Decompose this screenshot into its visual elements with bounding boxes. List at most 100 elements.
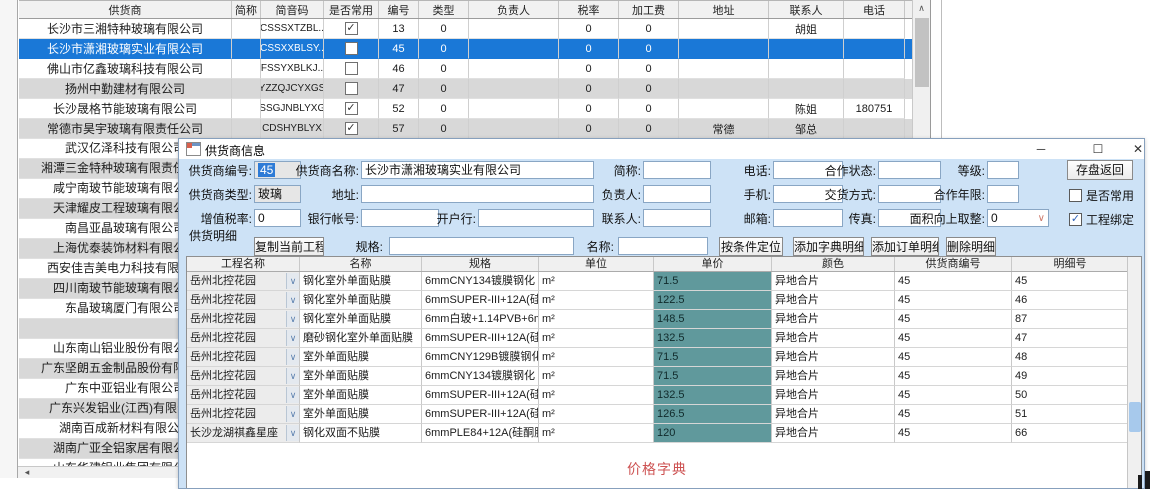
project-bind-checkbox-control[interactable]: 工程绑定 — [1069, 211, 1134, 228]
project-combo-cell[interactable]: 岳州北控花园∨ — [187, 405, 300, 424]
checkbox-icon[interactable] — [345, 62, 358, 75]
spec-cell: 6mmPLE84+12A(硅酮胶... — [422, 424, 539, 443]
vertical-scrollbar-thumb[interactable] — [915, 18, 929, 87]
detail-row[interactable]: 岳州北控花园∨ 磨砂钢化室外单面贴膜 6mmSUPER-III+12A(硅...… — [187, 329, 1129, 348]
column-header-common[interactable]: 是否常用 — [324, 1, 379, 18]
checkbox-icon[interactable] — [345, 82, 358, 95]
save-return-button[interactable]: 存盘返回 — [1067, 160, 1133, 180]
column-header-unit[interactable]: 单位 — [539, 257, 654, 271]
chevron-down-icon[interactable]: ∨ — [286, 273, 299, 289]
column-header-price[interactable]: 单价 — [654, 257, 772, 271]
detail-id-cell: 87 — [1012, 310, 1129, 329]
copy-current-project-button[interactable]: 复制当前工程 — [254, 237, 324, 256]
detail-vertical-scrollbar[interactable] — [1127, 257, 1141, 489]
checkbox-icon[interactable] — [345, 122, 358, 135]
column-header-tax[interactable]: 税率 — [559, 1, 619, 18]
column-header-id[interactable]: 编号 — [379, 1, 419, 18]
project-combo-cell[interactable]: 岳州北控花园∨ — [187, 329, 300, 348]
project-combo-cell[interactable]: 岳州北控花园∨ — [187, 348, 300, 367]
column-header-fee[interactable]: 加工费 — [619, 1, 679, 18]
table-row[interactable]: 长沙市三湘特种玻璃有限公司 CSSSXTZBL.. 13 0 0 0 胡姐 — [19, 19, 912, 39]
coop-years-field[interactable] — [987, 185, 1019, 203]
unit-cell: m² — [539, 386, 654, 405]
column-header-spec[interactable]: 规格 — [422, 257, 539, 271]
detail-row[interactable]: 岳州北控花园∨ 钢化室外单面贴膜 6mmSUPER-III+12A(硅... m… — [187, 291, 1129, 310]
table-row[interactable]: 扬州中勤建材有限公司 YZZQJCYXGS 47 0 0 0 — [19, 79, 912, 99]
grade-label: 等级: — [875, 164, 985, 178]
minimize-icon[interactable]: ─ — [1029, 139, 1053, 159]
add-dictionary-detail-button[interactable]: 添加字典明细 — [793, 237, 864, 256]
column-header-abbr[interactable]: 简称 — [232, 1, 261, 18]
phone-cell — [844, 59, 905, 79]
checkbox-icon[interactable] — [345, 42, 358, 55]
checkbox-icon[interactable] — [345, 102, 358, 115]
code-cell: FSSYXBLKJ.. — [261, 59, 324, 79]
chevron-down-icon[interactable]: ∨ — [286, 292, 299, 308]
dialog-titlebar[interactable]: 供货商信息 ─ ☐ ✕ — [179, 139, 1144, 159]
contact-cell: 胡姐 — [769, 19, 844, 39]
column-header-detail-id[interactable]: 明细号 — [1012, 257, 1129, 271]
address-cell — [679, 39, 769, 59]
product-name-cell: 钢化双面不贴膜 — [300, 424, 422, 443]
detail-row[interactable]: 岳州北控花园∨ 钢化室外单面贴膜 6mmCNY134镀膜钢化 m² 71.5 异… — [187, 272, 1129, 291]
locate-by-condition-button[interactable]: 按条件定位 — [719, 237, 783, 256]
detail-id-cell: 48 — [1012, 348, 1129, 367]
project-combo-cell[interactable]: 岳州北控花园∨ — [187, 291, 300, 310]
checkbox-icon[interactable] — [1069, 213, 1082, 226]
column-header-color[interactable]: 颜色 — [772, 257, 895, 271]
scroll-left-icon[interactable]: ◂ — [20, 467, 34, 478]
name-filter-input[interactable] — [618, 237, 708, 255]
chevron-down-icon[interactable]: ∨ — [286, 330, 299, 346]
project-bind-checkbox-label: 工程绑定 — [1086, 211, 1134, 228]
checkbox-icon[interactable] — [345, 22, 358, 35]
common-checkbox-control[interactable]: 是否常用 — [1069, 187, 1134, 204]
column-header-name[interactable]: 名称 — [300, 257, 422, 271]
code-cell: CSSXXBLSY.. — [261, 39, 324, 59]
project-combo-cell[interactable]: 岳州北控花园∨ — [187, 386, 300, 405]
spec-filter-input[interactable] — [389, 237, 574, 255]
scroll-up-icon[interactable]: ∧ — [913, 0, 930, 16]
project-combo-cell[interactable]: 长沙龙湖祺鑫星座∨ — [187, 424, 300, 443]
column-header-code[interactable]: 简音码 — [261, 1, 324, 18]
column-header-leader[interactable]: 负责人 — [469, 1, 559, 18]
detail-row[interactable]: 岳州北控花园∨ 钢化室外单面贴膜 6mm白玻+1.14PVB+6mm... m²… — [187, 310, 1129, 329]
column-header-contact[interactable]: 联系人 — [769, 1, 844, 18]
table-row[interactable]: 长沙市潇湘玻璃实业有限公司 CSSXXBLSY.. 45 0 0 0 — [19, 39, 912, 59]
supplier-name-field[interactable]: 长沙市潇湘玻璃实业有限公司 — [361, 161, 594, 179]
chevron-down-icon[interactable]: ∨ — [286, 349, 299, 365]
detail-scrollbar-thumb[interactable] — [1129, 402, 1141, 432]
column-header-supplier-id[interactable]: 供货商编号 — [895, 257, 1012, 271]
chevron-down-icon[interactable]: ∨ — [286, 368, 299, 384]
close-icon[interactable]: ✕ — [1126, 139, 1145, 159]
chevron-down-icon[interactable]: ∨ — [286, 311, 299, 327]
table-row[interactable]: 常德市昊宇玻璃有限责任公司 CDSHYBLYX 57 0 0 0 常德 邹总 — [19, 119, 912, 139]
table-row[interactable]: 佛山市亿鑫玻璃科技有限公司 FSSYXBLKJ.. 46 0 0 0 — [19, 59, 912, 79]
supplier-id-cell: 45 — [895, 291, 1012, 310]
add-order-detail-button[interactable]: 添加订单明细 — [871, 237, 939, 256]
column-header-supplier[interactable]: 供货商 — [19, 1, 232, 18]
column-header-project[interactable]: 工程名称 — [187, 257, 300, 271]
project-combo-cell[interactable]: 岳州北控花园∨ — [187, 367, 300, 386]
grade-field[interactable] — [987, 161, 1019, 179]
chevron-down-icon[interactable]: ∨ — [286, 425, 299, 441]
detail-row[interactable]: 岳州北控花园∨ 室外单面贴膜 6mmCNY134镀膜钢化 m² 71.5 异地合… — [187, 367, 1129, 386]
table-row[interactable]: 长沙晟格节能玻璃有限公司 CSSGJNBLYXGS 52 0 0 0 陈姐 18… — [19, 99, 912, 119]
detail-row[interactable]: 长沙龙湖祺鑫星座∨ 钢化双面不贴膜 6mmPLE84+12A(硅酮胶... m²… — [187, 424, 1129, 443]
project-combo-cell[interactable]: 岳州北控花园∨ — [187, 310, 300, 329]
chevron-down-icon[interactable]: ∨ — [286, 406, 299, 422]
delete-detail-button[interactable]: 删除明细 — [946, 237, 996, 256]
chevron-down-icon[interactable]: ∨ — [1038, 211, 1045, 227]
supplier-info-dialog: 供货商信息 ─ ☐ ✕ 供货商编号: 45 供货商名称: 长沙市潇湘玻璃实业有限… — [178, 138, 1145, 489]
detail-row[interactable]: 岳州北控花园∨ 室外单面贴膜 6mmSUPER-III+12A(硅... m² … — [187, 405, 1129, 424]
address-field[interactable] — [361, 185, 594, 203]
detail-row[interactable]: 岳州北控花园∨ 室外单面贴膜 6mmSUPER-III+12A(硅... m² … — [187, 386, 1129, 405]
column-header-address[interactable]: 地址 — [679, 1, 769, 18]
maximize-icon[interactable]: ☐ — [1086, 139, 1110, 159]
checkbox-icon[interactable] — [1069, 189, 1082, 202]
column-header-phone[interactable]: 电话 — [844, 1, 905, 18]
project-combo-cell[interactable]: 岳州北控花园∨ — [187, 272, 300, 291]
column-header-type[interactable]: 类型 — [419, 1, 469, 18]
detail-row[interactable]: 岳州北控花园∨ 室外单面贴膜 6mmCNY129B镀膜钢化 m² 71.5 异地… — [187, 348, 1129, 367]
round-up-select[interactable]: 0∨ — [987, 209, 1049, 227]
chevron-down-icon[interactable]: ∨ — [286, 387, 299, 403]
